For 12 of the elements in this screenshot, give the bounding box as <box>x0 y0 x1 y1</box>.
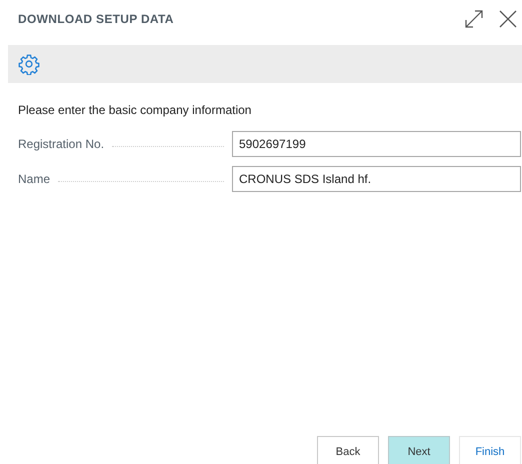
input-field[interactable]: 5902697199 <box>232 131 521 157</box>
wizard-button[interactable]: Back <box>317 436 379 464</box>
expand-icon[interactable] <box>464 9 484 29</box>
instruction-text: Please enter the basic company information <box>18 102 252 119</box>
input-field[interactable]: CRONUS SDS Island hf. <box>232 166 521 192</box>
field-label: Name <box>18 171 50 188</box>
window-title: DOWNLOAD SETUP DATA <box>18 11 174 28</box>
close-icon[interactable] <box>498 9 518 29</box>
field-label: Registration No. <box>18 136 104 153</box>
settings-icon[interactable] <box>18 53 40 75</box>
wizard-button[interactable]: Finish <box>459 436 521 464</box>
wizard-button[interactable]: Next <box>388 436 450 464</box>
